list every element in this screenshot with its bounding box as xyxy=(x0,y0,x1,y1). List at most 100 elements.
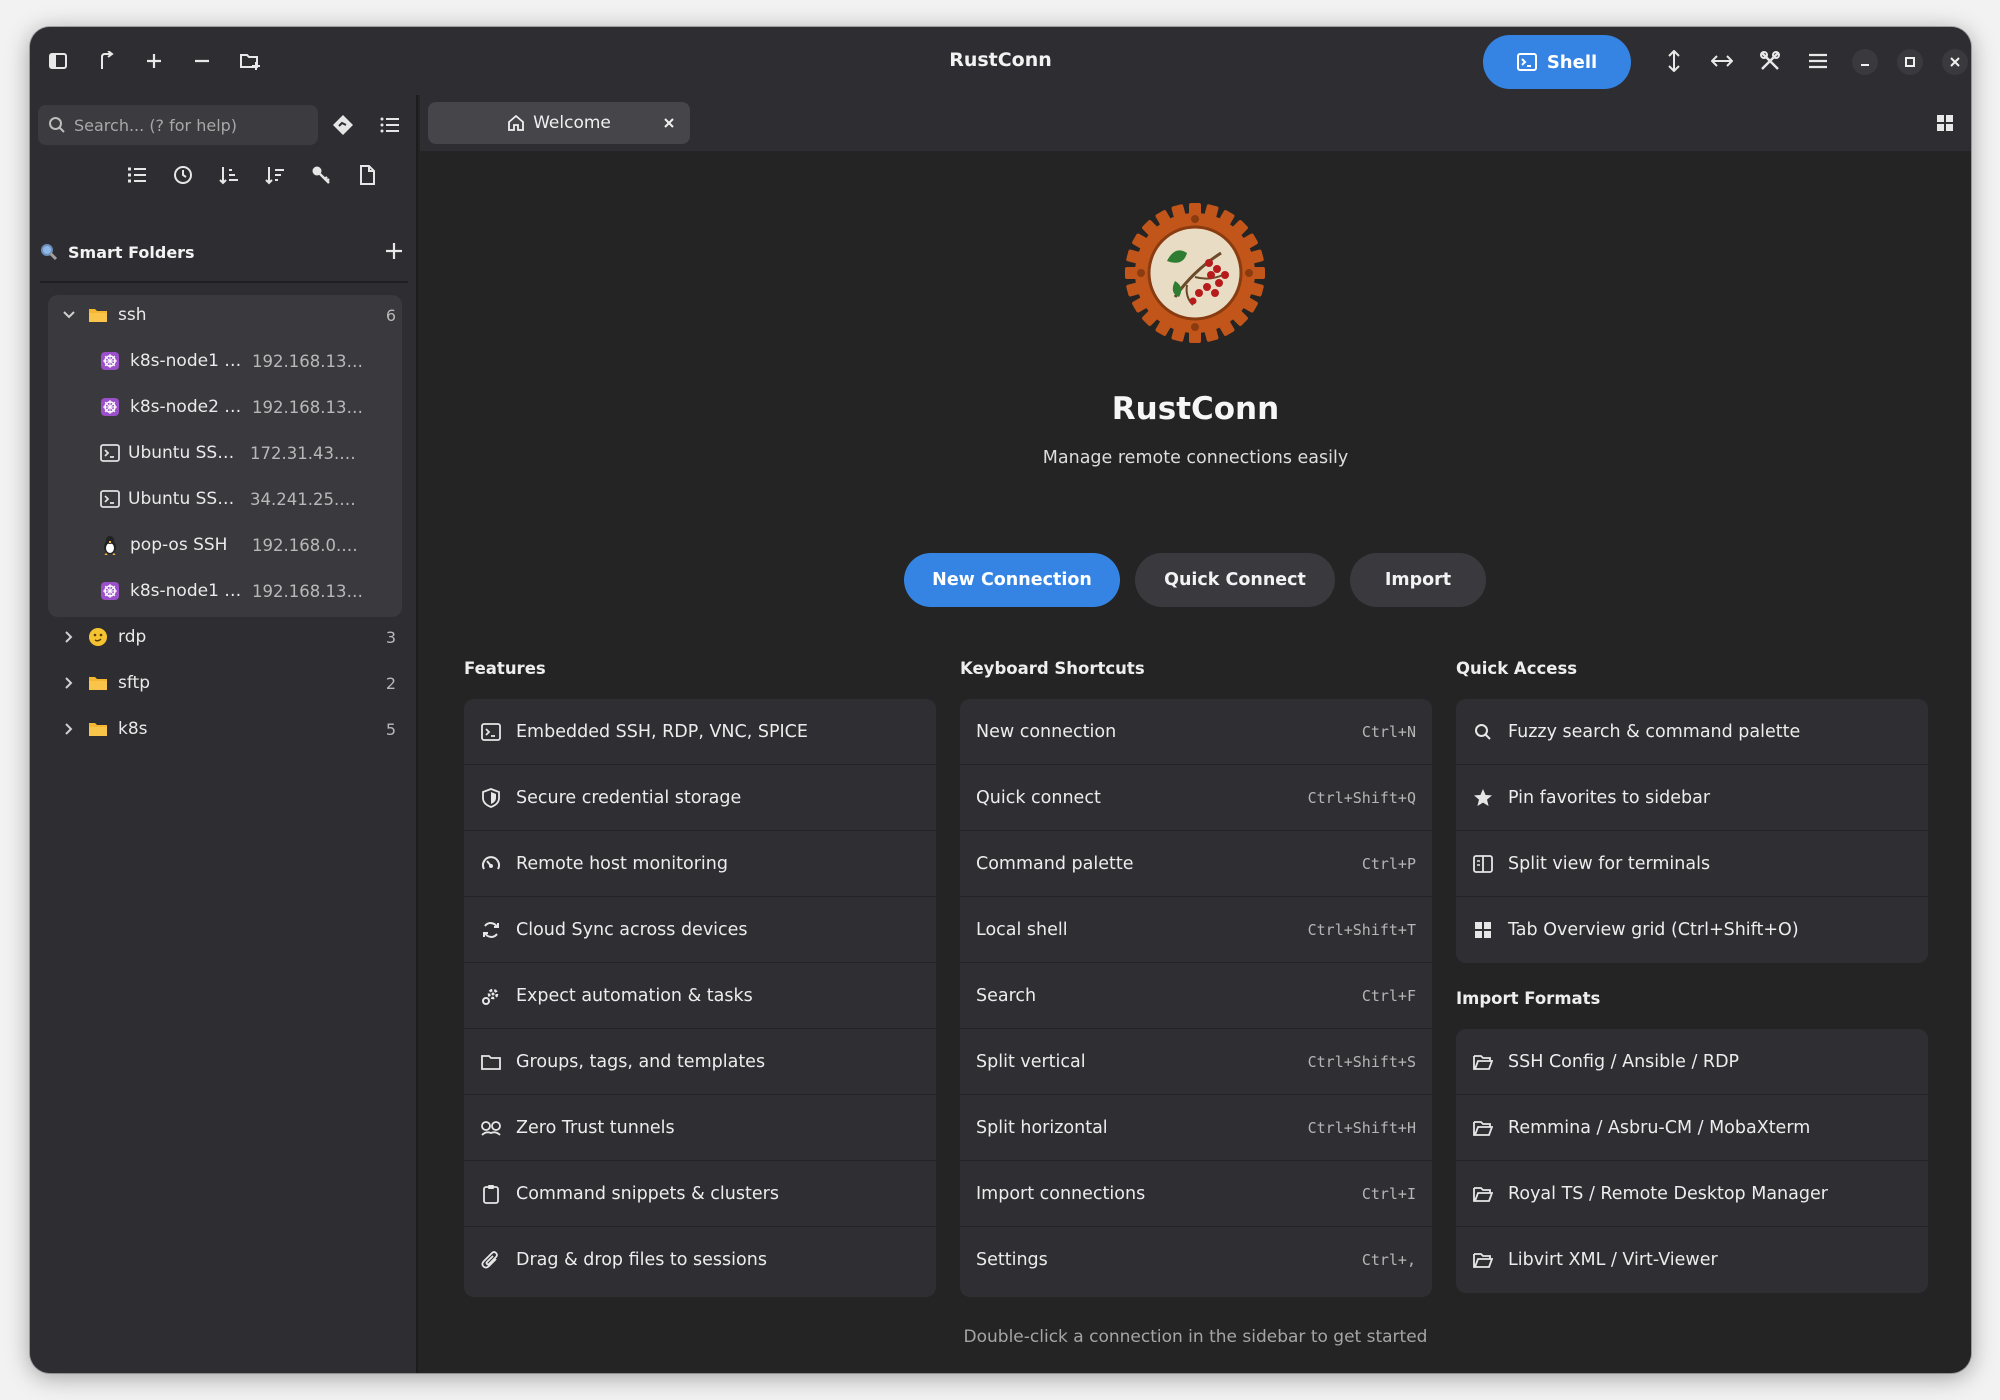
key-icon[interactable] xyxy=(306,160,336,190)
connection-host: 34.241.25.207 xyxy=(250,489,362,509)
shortcut-keys: Ctrl+P xyxy=(1361,854,1416,873)
shortcut-label: Quick connect xyxy=(976,787,1101,808)
shortcut-keys: Ctrl+Shift+T xyxy=(1307,920,1416,939)
kubernetes-icon xyxy=(101,398,119,416)
kubernetes-icon xyxy=(101,352,119,370)
folder-icon xyxy=(89,677,107,690)
remove-button[interactable] xyxy=(184,43,220,79)
search-icon xyxy=(49,117,65,133)
maximize-icon xyxy=(1905,57,1915,67)
quick-access-label: Tab Overview grid (Ctrl+Shift+O) xyxy=(1508,920,1799,940)
shortcut-label: Split horizontal xyxy=(976,1117,1108,1138)
hamburger-menu-icon[interactable] xyxy=(1800,43,1836,79)
import-format-label: SSH Config / Ansible / RDP xyxy=(1508,1051,1740,1072)
folder-icon xyxy=(89,723,107,736)
feature-label: Groups, tags, and templates xyxy=(516,1051,766,1072)
shell-button[interactable]: Shell xyxy=(1483,35,1631,89)
gauge-icon xyxy=(480,853,502,875)
rustconn-logo xyxy=(1125,203,1265,343)
document-icon[interactable] xyxy=(352,160,382,190)
feature-item: Command snippets & clusters xyxy=(464,1161,936,1227)
quick-connect-button[interactable]: Quick Connect xyxy=(1135,553,1335,607)
connection-row[interactable]: k8s-node1 v… 192.168.13… xyxy=(100,341,400,381)
tab-close-button[interactable] xyxy=(658,112,680,134)
connection-row[interactable]: pop-os SSH 192.168.0.131 xyxy=(100,525,400,565)
shortcut-label: Import connections xyxy=(976,1183,1146,1204)
new-connection-button[interactable]: New Connection xyxy=(904,553,1120,607)
quick-access-item: Pin favorites to sidebar xyxy=(1456,765,1928,831)
quick-access-label: Split view for terminals xyxy=(1508,853,1711,874)
group-count: 2 xyxy=(385,673,396,693)
feature-label: Drag & drop files to sessions xyxy=(516,1250,767,1270)
shortcut-item: Local shell Ctrl+Shift+T xyxy=(960,897,1432,963)
list-view-icon[interactable] xyxy=(375,110,405,140)
group-row-k8s[interactable]: k8s 5 xyxy=(48,709,402,749)
tab-welcome[interactable]: Welcome xyxy=(428,102,690,144)
shortcuts-card: New connection Ctrl+N Quick connect Ctrl+S… xyxy=(960,699,1432,1297)
close-button[interactable] xyxy=(1942,49,1968,75)
group-count: 3 xyxy=(385,627,396,647)
linux-penguin-icon xyxy=(104,536,116,555)
vertical-arrows-icon[interactable] xyxy=(1656,43,1692,79)
shortcut-item: Split vertical Ctrl+Shift+S xyxy=(960,1029,1432,1095)
connection-name: pop-os SSH xyxy=(130,535,228,555)
diamond-icon[interactable] xyxy=(328,110,358,140)
shortcut-keys: Ctrl+, xyxy=(1361,1251,1416,1269)
clock-icon[interactable] xyxy=(168,160,198,190)
chevron-right-icon xyxy=(65,677,73,689)
feature-item: Expect automation & tasks xyxy=(464,963,936,1029)
shortcut-label: Settings xyxy=(976,1250,1048,1270)
sort-ascending-icon[interactable] xyxy=(214,160,244,190)
bullet-list-icon[interactable] xyxy=(122,160,152,190)
horizontal-arrows-icon[interactable] xyxy=(1704,43,1740,79)
app-subtitle: Manage remote connections easily xyxy=(1042,448,1349,468)
group-row-rdp[interactable]: rdp 3 xyxy=(48,617,402,657)
chevron-down-icon xyxy=(63,311,75,319)
group-count: 6 xyxy=(385,305,396,325)
connection-row[interactable]: Ubuntu SSH2 172.31.43.192 xyxy=(100,433,400,473)
welcome-page: RustConn Manage remote connections easil… xyxy=(420,151,1971,1373)
feature-item: Remote host monitoring xyxy=(464,831,936,897)
folder-icon xyxy=(480,1051,502,1073)
footer-hint: Double-click a connection in the sidebar… xyxy=(963,1327,1428,1347)
import-button[interactable]: Import xyxy=(1350,553,1486,607)
import-format-label: Libvirt XML / Virt-Viewer xyxy=(1508,1250,1718,1270)
import-format-label: Remmina / Asbru-CM / MobaXterm xyxy=(1508,1117,1811,1138)
connection-row[interactable]: k8s-node2 S… 192.168.13… xyxy=(100,387,400,427)
divider xyxy=(40,281,408,283)
sort-descending-icon[interactable] xyxy=(260,160,290,190)
tab-overview-grid-button[interactable] xyxy=(1933,111,1957,135)
connection-name: Ubuntu SSH2 xyxy=(128,443,240,463)
feature-label: Embedded SSH, RDP, VNC, SPICE xyxy=(516,721,808,742)
shortcut-keys: Ctrl+N xyxy=(1361,722,1416,741)
feature-label: Expect automation & tasks xyxy=(516,985,753,1006)
emoji-face-icon xyxy=(89,628,107,646)
shortcut-label: Command palette xyxy=(976,853,1134,874)
search-input[interactable] xyxy=(74,115,294,135)
maximize-button[interactable] xyxy=(1897,49,1923,75)
flow-arrow-icon[interactable] xyxy=(88,43,124,79)
add-smart-folder-button[interactable] xyxy=(380,237,408,265)
sidebar-toggle-icon[interactable] xyxy=(40,43,76,79)
group-row-ssh[interactable]: ssh 6 xyxy=(48,295,402,335)
shortcut-item: Quick connect Ctrl+Shift+Q xyxy=(960,765,1432,831)
add-folder-icon[interactable] xyxy=(232,43,268,79)
shortcut-item: Settings Ctrl+, xyxy=(960,1227,1432,1293)
minimize-button[interactable] xyxy=(1852,49,1878,75)
terminal-icon xyxy=(100,444,120,462)
quick-access-item: Split view for terminals xyxy=(1456,831,1928,897)
connection-row[interactable]: k8s-node1 S… 192.168.13… xyxy=(100,571,400,611)
sidebar-search[interactable] xyxy=(38,105,318,145)
group-name: k8s xyxy=(118,719,148,739)
connection-host: 192.168.13… xyxy=(252,351,363,371)
star-icon xyxy=(1472,787,1494,809)
feature-item: Secure credential storage xyxy=(464,765,936,831)
plus-icon xyxy=(147,54,161,68)
folder-icon xyxy=(89,309,107,322)
tools-icon[interactable] xyxy=(1752,43,1788,79)
shortcut-label: Split vertical xyxy=(976,1051,1086,1072)
terminal-icon xyxy=(100,490,120,508)
add-button[interactable] xyxy=(136,43,172,79)
connection-row[interactable]: Ubuntu SSH1 34.241.25.207 xyxy=(100,479,400,519)
group-row-sftp[interactable]: sftp 2 xyxy=(48,663,402,703)
